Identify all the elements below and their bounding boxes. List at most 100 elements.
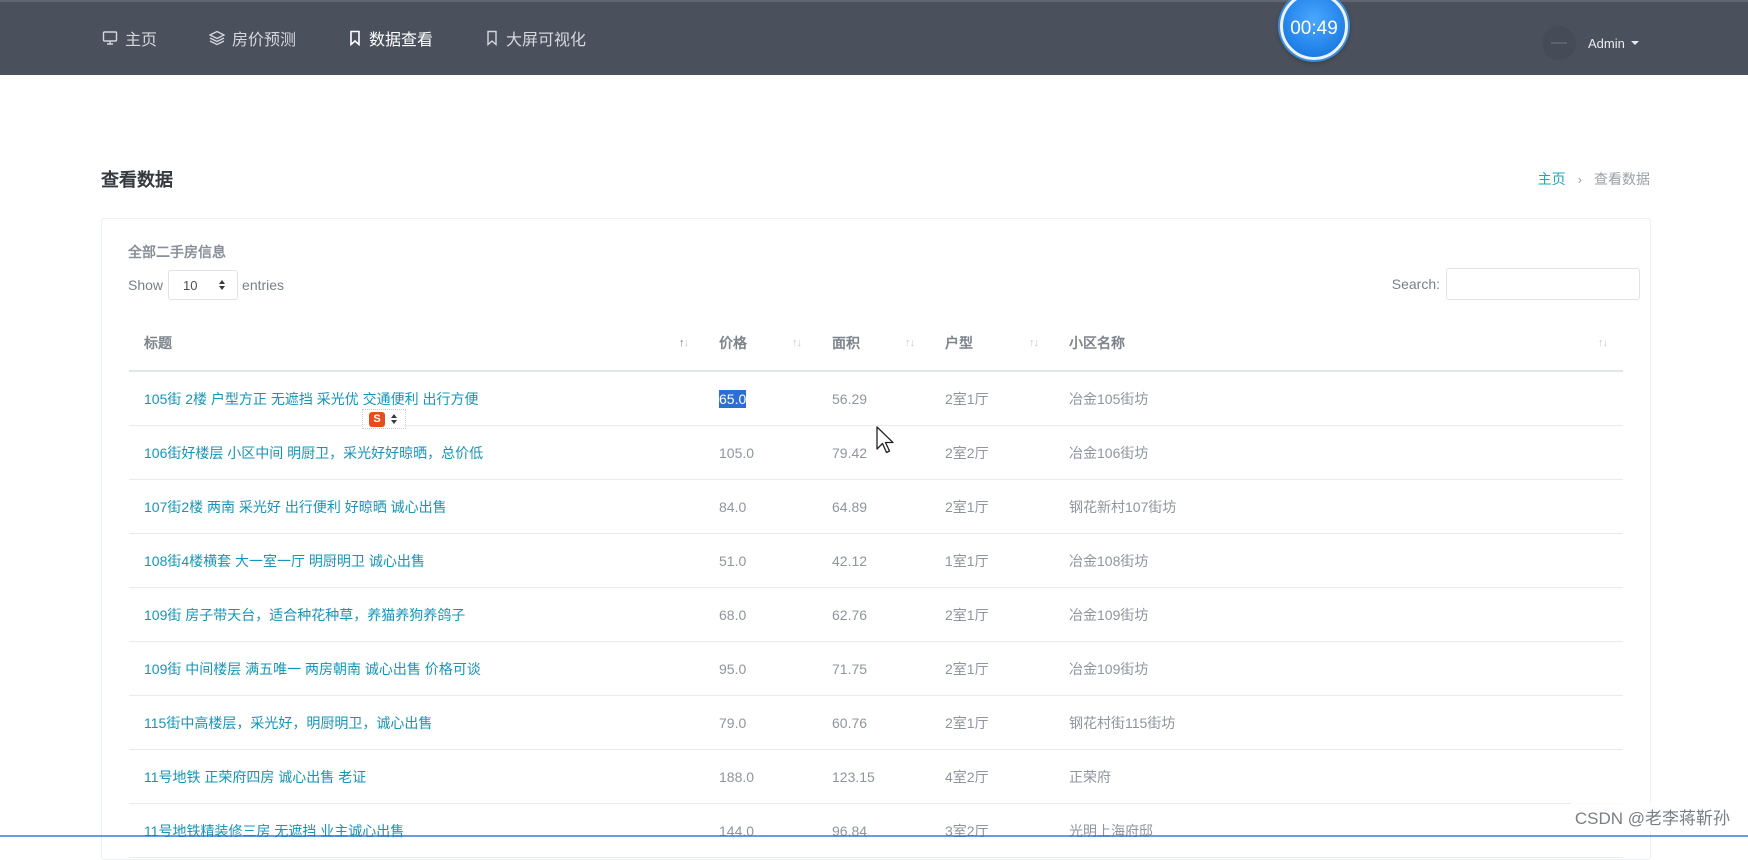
table-row: 11号地铁 正荣府四房 诚心出售 老证 188.0 123.15 4室2厅 正荣… [129, 749, 1623, 804]
row-layout: 1室1厅 [930, 533, 1054, 588]
top-navbar: 主页 房价预测 数据查看 大屏可视化 Admin [0, 0, 1748, 75]
breadcrumb-home-link[interactable]: 主页 [1538, 169, 1566, 189]
user-menu[interactable]: Admin [1542, 26, 1639, 60]
avatar [1542, 26, 1576, 60]
ime-arrows-icon [391, 414, 397, 424]
row-layout: 2室1厅 [930, 371, 1054, 426]
table-search: Search: [1392, 268, 1640, 300]
row-price: 105.0 [704, 425, 817, 480]
row-title-link[interactable]: 106街好楼层 小区中间 明厨卫，采光好好晾晒，总价低 [129, 425, 704, 480]
nav-item-price-predict[interactable]: 房价预测 [209, 26, 296, 50]
row-community: 冶金106街坊 [1054, 425, 1623, 480]
row-area: 71.75 [817, 641, 930, 696]
row-area: 64.89 [817, 479, 930, 534]
page-length-control: Show 10 entries [128, 270, 284, 300]
row-price: 65.0 [704, 371, 817, 426]
row-title-link[interactable]: 11号地铁精装修三房 无遮挡 业主诚心出售 [129, 803, 704, 858]
user-name: Admin [1588, 35, 1625, 51]
row-area: 123.15 [817, 749, 930, 804]
main-nav: 主页 房价预测 数据查看 大屏可视化 [102, 2, 638, 74]
table-row: 109街 房子带天台，适合种花种草，养猫养狗养鸽子 68.0 62.76 2室1… [129, 587, 1623, 642]
entries-label: entries [242, 277, 285, 293]
page-length-value: 10 [183, 277, 198, 293]
sort-asc-icon: ↑↓ [679, 337, 689, 349]
show-label: Show [128, 277, 164, 293]
row-community: 冶金109街坊 [1054, 587, 1623, 642]
search-input[interactable] [1446, 268, 1640, 300]
row-price: 84.0 [704, 479, 817, 534]
table-row: 105街 2楼 户型方正 无遮挡 采光优 交通便利 出行方便 65.0 56.2… [129, 371, 1623, 426]
row-title-link[interactable]: 105街 2楼 户型方正 无遮挡 采光优 交通便利 出行方便 [129, 371, 704, 426]
row-community: 光明上海府邸 [1054, 803, 1623, 858]
caret-down-icon [1630, 41, 1639, 45]
row-layout: 4室2厅 [930, 749, 1054, 804]
row-price: 188.0 [704, 749, 817, 804]
row-area: 60.76 [817, 695, 930, 750]
sort-icon: ↑↓ [1598, 337, 1608, 349]
bookmark-icon [487, 30, 497, 46]
row-title-link[interactable]: 109街 房子带天台，适合种花种草，养猫养狗养鸽子 [129, 587, 704, 642]
table-row: 107街2楼 两南 采光好 出行便利 好晾晒 诚心出售 84.0 64.89 2… [129, 479, 1623, 534]
mouse-cursor-icon [876, 426, 894, 454]
row-community: 冶金108街坊 [1054, 533, 1623, 588]
row-layout: 2室1厅 [930, 695, 1054, 750]
breadcrumb-separator: › [1577, 171, 1582, 187]
breadcrumb-current: 查看数据 [1594, 171, 1650, 187]
row-community: 钢花新村107街坊 [1054, 479, 1623, 534]
sort-icon: ↑↓ [792, 337, 802, 349]
row-area: 96.84 [817, 803, 930, 858]
ime-toolbar[interactable]: S [362, 409, 406, 429]
column-header-area[interactable]: 面积 ↑↓ [817, 316, 930, 372]
nav-item-data-view[interactable]: 数据查看 [348, 26, 433, 50]
row-price: 95.0 [704, 641, 817, 696]
sort-icon: ↑↓ [905, 337, 915, 349]
row-community: 冶金105街坊 [1054, 371, 1623, 426]
row-title-link[interactable]: 107街2楼 两南 采光好 出行便利 好晾晒 诚心出售 [129, 479, 704, 534]
monitor-icon [102, 31, 118, 45]
column-header-layout[interactable]: 户型 ↑↓ [930, 316, 1054, 372]
row-layout: 3室2厅 [930, 803, 1054, 858]
layers-icon [209, 30, 226, 46]
row-layout: 2室1厅 [930, 641, 1054, 696]
table-row: 109街 中间楼层 满五唯一 两房朝南 诚心出售 价格可谈 95.0 71.75… [129, 641, 1623, 696]
table-header-row: 标题 ↑↓ 价格 ↑↓ 面积 ↑↓ 户型 ↑↓ 小区名称 ↑↓ [129, 316, 1623, 372]
row-layout: 2室1厅 [930, 479, 1054, 534]
nav-item-label: 房价预测 [232, 32, 297, 49]
row-area: 56.29 [817, 371, 930, 426]
ime-logo-icon: S [369, 411, 385, 427]
house-table: 标题 ↑↓ 价格 ↑↓ 面积 ↑↓ 户型 ↑↓ 小区名称 ↑↓ 105街 2楼 户型方正 … [129, 316, 1623, 858]
table-row: 11号地铁精装修三房 无遮挡 业主诚心出售 144.0 96.84 3室2厅 光… [129, 803, 1623, 858]
column-header-title[interactable]: 标题 ↑↓ [129, 316, 704, 372]
column-header-price[interactable]: 价格 ↑↓ [704, 316, 817, 372]
row-price: 79.0 [704, 695, 817, 750]
row-price: 144.0 [704, 803, 817, 858]
row-title-link[interactable]: 108街4楼横套 大一室一厅 明厨明卫 诚心出售 [129, 533, 704, 588]
row-layout: 2室1厅 [930, 587, 1054, 642]
row-title-link[interactable]: 11号地铁 正荣府四房 诚心出售 老证 [129, 749, 704, 804]
search-label: Search: [1391, 276, 1440, 292]
nav-item-label: 大屏可视化 [506, 32, 587, 49]
row-title-link[interactable]: 109街 中间楼层 满五唯一 两房朝南 诚心出售 价格可谈 [129, 641, 704, 696]
row-title-link[interactable]: 115街中高楼层，采光好，明厨明卫，诚心出售 [129, 695, 704, 750]
watermark: CSDN @老李蒋靳孙 [1570, 802, 1734, 831]
nav-item-home[interactable]: 主页 [102, 26, 157, 50]
selected-text: 65.0 [719, 389, 747, 408]
row-community: 正荣府 [1054, 749, 1623, 804]
sort-icon: ↑↓ [1029, 337, 1039, 349]
row-price: 51.0 [704, 533, 817, 588]
bookmark-icon [350, 30, 360, 46]
table-row: 108街4楼横套 大一室一厅 明厨明卫 诚心出售 51.0 42.12 1室1厅… [129, 533, 1623, 588]
row-area: 42.12 [817, 533, 930, 588]
nav-item-label: 主页 [125, 32, 158, 49]
page-length-select[interactable]: 10 [168, 270, 239, 300]
row-area: 62.76 [817, 587, 930, 642]
row-layout: 2室2厅 [930, 425, 1054, 480]
column-header-community[interactable]: 小区名称 ↑↓ [1054, 316, 1623, 372]
breadcrumb: 主页 › 查看数据 [1538, 169, 1650, 189]
row-community: 冶金109街坊 [1054, 641, 1623, 696]
page-title: 查看数据 [101, 170, 173, 190]
nav-item-dashboard[interactable]: 大屏可视化 [485, 26, 586, 50]
table-row: 115街中高楼层，采光好，明厨明卫，诚心出售 79.0 60.76 2室1厅 钢… [129, 695, 1623, 750]
row-area: 79.42 [817, 425, 930, 480]
select-arrows-icon [219, 280, 226, 290]
